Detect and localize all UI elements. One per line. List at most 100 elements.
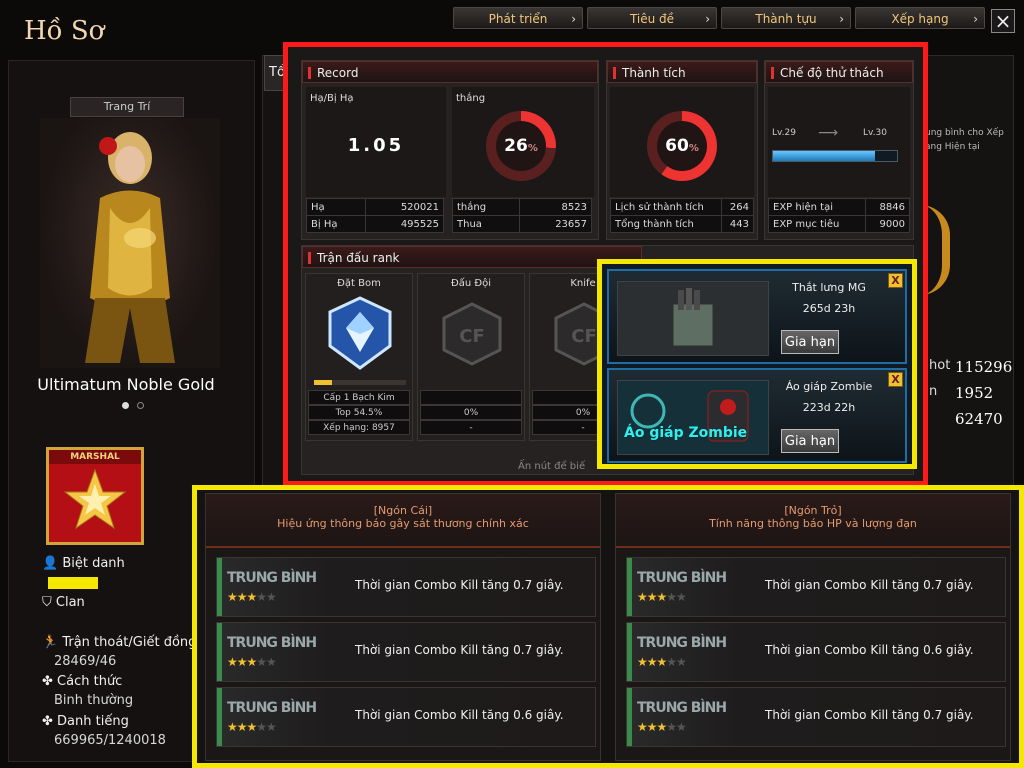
svg-text:CF: CF [459,326,485,347]
kd-label: Hạ/Bị Hạ [310,93,354,104]
kd-value: 1.05 [347,135,405,156]
style-value: Binh thường [54,693,134,708]
win-rate-ring: 26% [486,111,556,181]
side-text-1: ung bình cho Xếp [925,128,1004,138]
win-rate-value: 26% [496,121,546,171]
rank-mode: Đấu Đội [450,278,492,289]
effect-desc: Thời gian Combo Kill tăng 0.7 giây. [765,708,974,722]
item-image: Áo giáp Zombie [617,380,769,455]
tab-titles[interactable]: Tiêu đề › [587,7,717,29]
chevron-right-icon: › [973,12,978,26]
carousel-dot-active[interactable] [122,402,129,409]
clover-icon: ✤ [42,714,53,729]
person-icon: 👤 [42,556,59,571]
clan-label: Clan [55,595,85,610]
item-name: Áo giáp Zombie [785,380,873,393]
effect-row[interactable]: TRUNG BÌNH ★★★★★ Thời gian Combo Kill tă… [216,557,596,617]
close-icon[interactable]: X [888,273,903,288]
item-image [617,281,769,356]
rank-col-team[interactable]: Đấu Đội CF 0% - [417,273,525,441]
renew-button[interactable]: Gia hạn [781,429,839,453]
effect-row[interactable]: TRUNG BÌNH ★★★★★ Thời gian Combo Kill tă… [216,622,596,682]
star-emblem-icon [63,468,127,530]
close-icon[interactable]: X [888,372,903,387]
rank-top: 0% [420,405,522,420]
effect-row[interactable]: TRUNG BÌNH ★★★★★ Thời gian Combo Kill tă… [626,622,1006,682]
fame-label: Danh tiếng [57,714,129,729]
effect-bar [217,688,222,746]
items-panel: Thắt lưng MG 265d 23h Gia hạn X Áo giáp … [597,259,917,469]
tab-label: Phát triển [488,12,548,26]
rank-mode: Đặt Bom [337,278,381,289]
close-icon[interactable]: × [991,9,1015,33]
escape-value: 28469/46 [54,654,117,669]
kills-value: 520021 [364,198,445,216]
challenge-box [768,87,910,197]
total-value: 443 [721,215,754,233]
effect-level: TRUNG BÌNH [637,700,727,716]
slot-index: [Ngón Trỏ] Tính năng thông báo HP và lượ… [615,493,1011,761]
runner-icon: 🏃 [42,635,59,650]
losses-value: 23657 [519,215,592,233]
effect-desc: Thời gian Combo Kill tăng 0.7 giây. [765,578,974,592]
achievement-table: Lịch sử thành tích 264 Tổng thành tích 443 [609,198,754,233]
tab-achievements[interactable]: Thành tựu › [721,7,851,29]
star-rating-icon: ★★★★★ [637,720,687,734]
effect-row[interactable]: TRUNG BÌNH ★★★★★ Thời gian Combo Kill tă… [626,687,1006,747]
fame-row: ✤ Danh tiếng [42,714,129,729]
exp-now-value: 8846 [864,198,911,216]
effect-level: TRUNG BÌNH [227,570,317,586]
exp-progress-bar [772,150,898,162]
history-label: Lịch sử thành tích [609,198,723,216]
slot-header: [Ngón Cái] Hiệu ứng thông báo gây sát th… [206,494,600,548]
footer-hint: Ấn nút để biế [518,461,586,472]
record-title: Record [302,61,598,83]
effect-bar [217,623,222,681]
clan-row: ⛉ Clan [42,595,85,610]
effect-row[interactable]: TRUNG BÌNH ★★★★★ Thời gian Combo Kill tă… [216,687,596,747]
level-to: Lv.30 [863,128,887,138]
history-value: 264 [721,198,754,216]
star-rating-icon: ★★★★★ [637,655,687,669]
tab-ranking[interactable]: Xếp hạng › [855,7,985,29]
style-row: ✤ Cách thức [42,674,122,689]
effect-level: TRUNG BÌNH [637,635,727,651]
carousel-dot[interactable] [137,402,144,409]
rank-tier [420,390,522,405]
kills-table: Hạ 520021 Bị Hạ 495525 [306,198,445,233]
crossfire-logo-icon: CF [442,302,502,366]
style-label: Cách thức [57,674,123,689]
achievement-title: Thành tích [607,61,757,83]
effect-row[interactable]: TRUNG BÌNH ★★★★★ Thời gian Combo Kill tă… [626,557,1006,617]
rank-top: Top 54.5% [308,405,410,420]
renew-button[interactable]: Gia hạn [781,330,839,354]
effect-level: TRUNG BÌNH [637,570,727,586]
win-label: thắng [456,93,486,104]
rank-pip-fill [314,380,332,385]
achievement-value: 60% [657,121,707,171]
effect-bar [217,558,222,616]
deaths-value: 495525 [364,215,445,233]
deaths-label: Bị Hạ [306,215,366,233]
tab-development[interactable]: Phát triển › [453,7,583,29]
win-rate-sign: % [527,143,538,154]
diamond-rank-icon [328,296,392,370]
rank-tier: Cấp 1 Bạch Kim [308,390,410,405]
effect-desc: Thời gian Combo Kill tăng 0.6 giây. [765,643,974,657]
achievement-sign: % [688,143,699,154]
rank-title: Trận đấu rank [302,246,642,268]
exp-target-label: EXP mục tiêu [768,215,866,233]
chevron-right-icon: › [839,12,844,26]
effect-desc: Thời gian Combo Kill tăng 0.6 giây. [355,708,564,722]
belt-pouch-icon [672,288,714,347]
exp-target-value: 9000 [864,215,911,233]
item-time: 265d 23h [802,302,856,315]
item-image-text: Áo giáp Zombie [624,425,748,441]
chevron-right-icon: › [705,12,710,26]
page-title: Hồ Sơ [24,16,105,46]
rank-col-bomb[interactable]: Đặt Bom Cấp 1 Bạch Kim Top 54.5% Xếp hạn… [305,273,413,441]
nickname-label: Biệt danh [62,556,125,571]
tab-label: Tiêu đề [629,12,675,26]
decoration-button[interactable]: Trang Trí [70,97,184,117]
effect-bar [627,688,632,746]
